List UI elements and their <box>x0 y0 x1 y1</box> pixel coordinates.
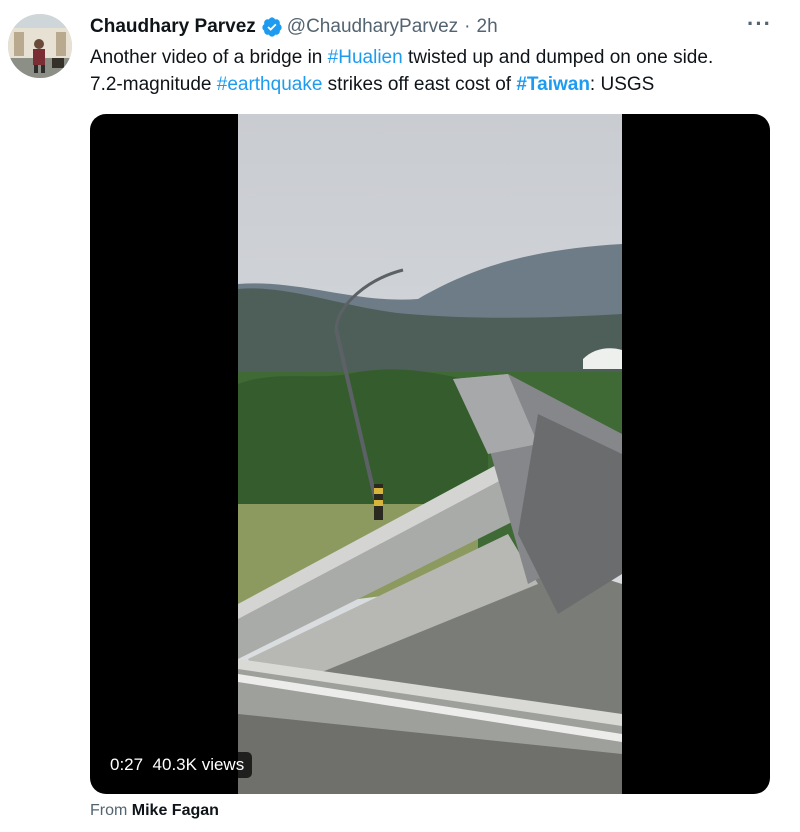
verified-badge-icon <box>262 17 282 37</box>
video-source-attribution: From Mike Fagan <box>90 802 219 820</box>
text-segment: strikes off east cost of <box>322 74 517 95</box>
source-author-link[interactable]: Mike Fagan <box>132 802 219 819</box>
video-duration-badge: 0:27 40.3K views <box>102 752 253 778</box>
handle[interactable]: @ChaudharyParvez <box>287 16 458 38</box>
display-name[interactable]: Chaudhary Parvez <box>90 16 256 38</box>
video-duration: 0:27 <box>110 755 144 774</box>
video-player[interactable]: 0:27 40.3K views <box>90 114 770 794</box>
video-info-overlay: 0:27 40.3K views <box>102 752 253 778</box>
video-views: 40.3K views <box>152 755 245 774</box>
more-options-icon[interactable]: ··· <box>747 13 772 35</box>
tweet-header: Chaudhary Parvez @ChaudharyParvez · 2h <box>90 14 498 40</box>
text-segment: Another video of a bridge in <box>90 47 328 68</box>
avatar-image <box>8 14 72 78</box>
hashtag-link[interactable]: #Hualien <box>328 47 403 68</box>
source-prefix: From <box>90 802 132 819</box>
video-frame <box>238 114 622 794</box>
timestamp[interactable]: 2h <box>477 16 498 38</box>
text-segment: twisted up and dumped on one side. <box>402 47 714 68</box>
text-segment: : USGS <box>589 74 655 95</box>
hashtag-link[interactable]: #Taiwan <box>516 74 590 95</box>
hashtag-link[interactable]: #earthquake <box>217 74 323 95</box>
tweet-text: Another video of a bridge in #Hualien tw… <box>90 44 780 98</box>
separator-dot: · <box>464 16 471 37</box>
text-segment: 7.2-magnitude <box>90 74 217 95</box>
avatar[interactable] <box>8 14 72 78</box>
